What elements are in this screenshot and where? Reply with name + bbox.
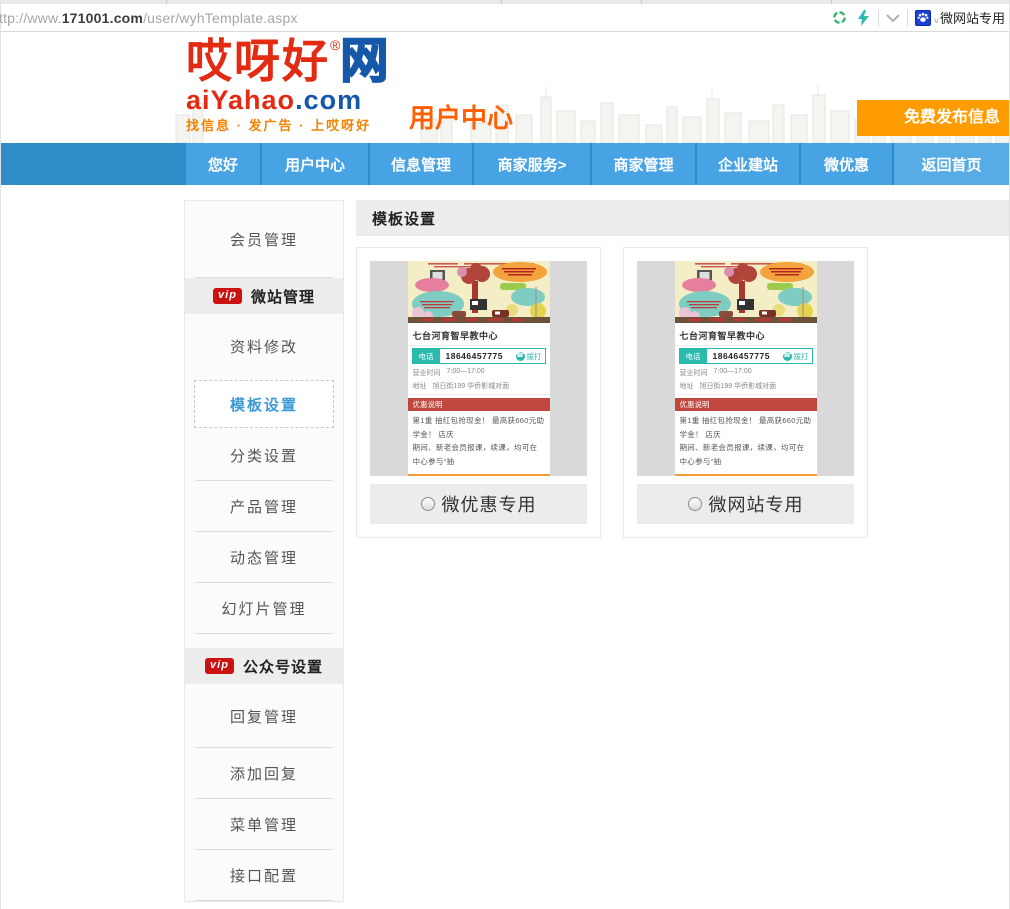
refresh-circle-icon[interactable] <box>828 4 852 32</box>
chevron-down-icon[interactable] <box>881 4 905 32</box>
template-preview-image: 七台河育智早教中心 电话 18646457775 ☎拨打 营业时间 7:00—17… <box>370 261 587 476</box>
sidebar-item-profile-edit[interactable]: 资料修改 <box>185 314 343 378</box>
template-select-coupon[interactable]: 微优惠专用 <box>370 484 587 524</box>
preview-phone-number: 18646457775 <box>446 351 504 361</box>
template-label: 微优惠专用 <box>442 491 537 517</box>
sidebar-item-news-manage[interactable]: 动态管理 <box>185 532 343 583</box>
preview-call-label: 拨打 <box>527 351 542 362</box>
user-center-title: 用户中心 <box>409 98 513 135</box>
paw-icon[interactable] <box>915 10 931 26</box>
sidebar-item-slideshow-manage[interactable]: 幻灯片管理 <box>185 583 343 634</box>
page: ttp://www.171001.com/user/wyhTemplate.as… <box>0 0 1010 909</box>
sidebar-item-reply-manage[interactable]: 回复管理 <box>185 684 343 748</box>
site-logo[interactable]: 哎呀好®网 aiYahao.com 找信息 · 发广告 · 上哎呀好 <box>186 38 388 132</box>
vip-badge-icon: vip <box>205 658 234 673</box>
sidebar-item-template-settings[interactable]: 模板设置 <box>185 378 343 430</box>
preview-hours-value: 7:00—17:00 <box>714 368 752 378</box>
phone-icon: ☎ <box>516 352 525 361</box>
preview-phone-row: 电话 18646457775 ☎拨打 <box>412 348 546 364</box>
preview-address-value: 旭日街199 华侨影城对面 <box>700 381 777 391</box>
preview-products-header: 产品更多>> <box>675 474 817 476</box>
preview-call-label: 拨打 <box>794 351 809 362</box>
lightning-icon[interactable] <box>852 4 876 32</box>
nav-item-merchant-service[interactable]: 商家服务> <box>474 143 590 185</box>
preview-phone-number: 18646457775 <box>713 351 771 361</box>
preview-banner-image <box>675 261 817 323</box>
vip-badge-icon: vip <box>213 288 242 303</box>
logo-cn-text: 哎呀好 <box>186 35 330 87</box>
sidebar-section-microsite[interactable]: vip 微站管理 <box>185 278 343 314</box>
preview-address-label: 地址 <box>680 381 694 391</box>
nav-item-coupon[interactable]: 微优惠 <box>801 143 892 185</box>
nav-item-site-builder[interactable]: 企业建站 <box>697 143 799 185</box>
url-text: ttp://www.171001.com/user/wyhTemplate.as… <box>0 10 298 26</box>
sidebar-item-menu-manage[interactable]: 菜单管理 <box>185 799 343 850</box>
sidebar-item-product-manage[interactable]: 产品管理 <box>185 481 343 532</box>
sidebar-item-add-reply[interactable]: 添加回复 <box>185 748 343 799</box>
logo-en-red: aiYahao <box>186 85 295 115</box>
preview-banner-image <box>408 261 550 323</box>
browser-url-bar[interactable]: ttp://www.171001.com/user/wyhTemplate.as… <box>1 4 1009 32</box>
nav-item-merchant-manage[interactable]: 商家管理 <box>592 143 695 185</box>
phone-preview: 七台河育智早教中心 电话 18646457775 ☎拨打 营业时间 7:00—17… <box>675 261 817 476</box>
preview-address-value: 旭日街199 华侨影城对面 <box>433 381 510 391</box>
preview-phone-label: 电话 <box>680 349 707 363</box>
main-panel: 模板设置 <box>356 200 1009 538</box>
sidebar-item-api-config[interactable]: 接口配置 <box>185 850 343 901</box>
preview-phone-label: 电话 <box>413 349 440 363</box>
template-preview-image: 七台河育智早教中心 电话 18646457775 ☎拨打 营业时间 7:00—17… <box>637 261 854 476</box>
sidebar-section-label: 微站管理 <box>251 286 315 307</box>
preview-promo-text: 第1重 抽红包抢现金！ 最高获660元助学金！ 店庆期间、新老会员报课，续课，均… <box>675 411 817 471</box>
extension-dropdown-icon[interactable]: ˅ <box>934 16 939 26</box>
preview-address-label: 地址 <box>413 381 427 391</box>
publish-info-button[interactable]: 免费发布信息 <box>857 100 1009 136</box>
browser-tabstrip <box>1 0 1009 4</box>
template-card-website: 七台河育智早教中心 电话 18646457775 ☎拨打 营业时间 7:00—17… <box>623 247 868 538</box>
preview-more-link: 更多>> <box>521 475 545 476</box>
main-nav: 您好 用户中心 信息管理 商家服务> 商家管理 企业建站 微优惠 返回首页 <box>1 143 1009 185</box>
preview-business-name: 七台河育智早教中心 <box>408 325 550 346</box>
sidebar-item-member-manage[interactable]: 会员管理 <box>185 201 343 278</box>
nav-item-info-manage[interactable]: 信息管理 <box>370 143 472 185</box>
preview-promo-text: 第1重 抽红包抢现金！ 最高获660元助学金！ 店庆期间、新老会员报课，续课，均… <box>408 411 550 471</box>
nav-item-greeting[interactable]: 您好 <box>186 143 260 185</box>
extension-label: 微网站专用 <box>940 8 1005 27</box>
site-header: 哎呀好®网 aiYahao.com 找信息 · 发广告 · 上哎呀好 用户中心 … <box>1 32 1009 143</box>
preview-business-name: 七台河育智早教中心 <box>675 325 817 346</box>
nav-item-back-home[interactable]: 返回首页 <box>894 143 1009 185</box>
logo-en-blue: .com <box>295 85 362 115</box>
sidebar-active-label: 模板设置 <box>194 380 334 428</box>
preview-phone-row: 电话 18646457775 ☎拨打 <box>679 348 813 364</box>
sidebar-section-official-account[interactable]: vip 公众号设置 <box>185 648 343 684</box>
preview-more-link: 更多>> <box>788 475 812 476</box>
template-card-coupon: 七台河育智早教中心 电话 18646457775 ☎拨打 营业时间 7:00—17… <box>356 247 601 538</box>
preview-hours-label: 营业时间 <box>680 368 708 378</box>
template-radio-website[interactable] <box>688 497 702 511</box>
sidebar-section-label: 公众号设置 <box>243 656 323 677</box>
nav-item-user-center[interactable]: 用户中心 <box>262 143 368 185</box>
registered-mark: ® <box>330 37 340 53</box>
template-radio-coupon[interactable] <box>421 497 435 511</box>
logo-tagline: 找信息 · 发广告 · 上哎呀好 <box>186 119 388 132</box>
template-select-website[interactable]: 微网站专用 <box>637 484 854 524</box>
preview-promo-header: 优惠说明 <box>408 398 550 411</box>
sidebar: 会员管理 vip 微站管理 资料修改 模板设置 分类设置 产品管理 动态管理 幻… <box>184 200 344 902</box>
sidebar-item-category-settings[interactable]: 分类设置 <box>185 430 343 481</box>
preview-hours-value: 7:00—17:00 <box>447 368 485 378</box>
phone-icon: ☎ <box>783 352 792 361</box>
template-label: 微网站专用 <box>709 491 804 517</box>
preview-products-header: 产品更多>> <box>408 474 550 476</box>
preview-hours-label: 营业时间 <box>413 368 441 378</box>
logo-net-char: 网 <box>340 35 388 88</box>
preview-promo-header: 优惠说明 <box>675 398 817 411</box>
phone-preview: 七台河育智早教中心 电话 18646457775 ☎拨打 营业时间 7:00—17… <box>408 261 550 476</box>
page-title: 模板设置 <box>356 200 1009 236</box>
